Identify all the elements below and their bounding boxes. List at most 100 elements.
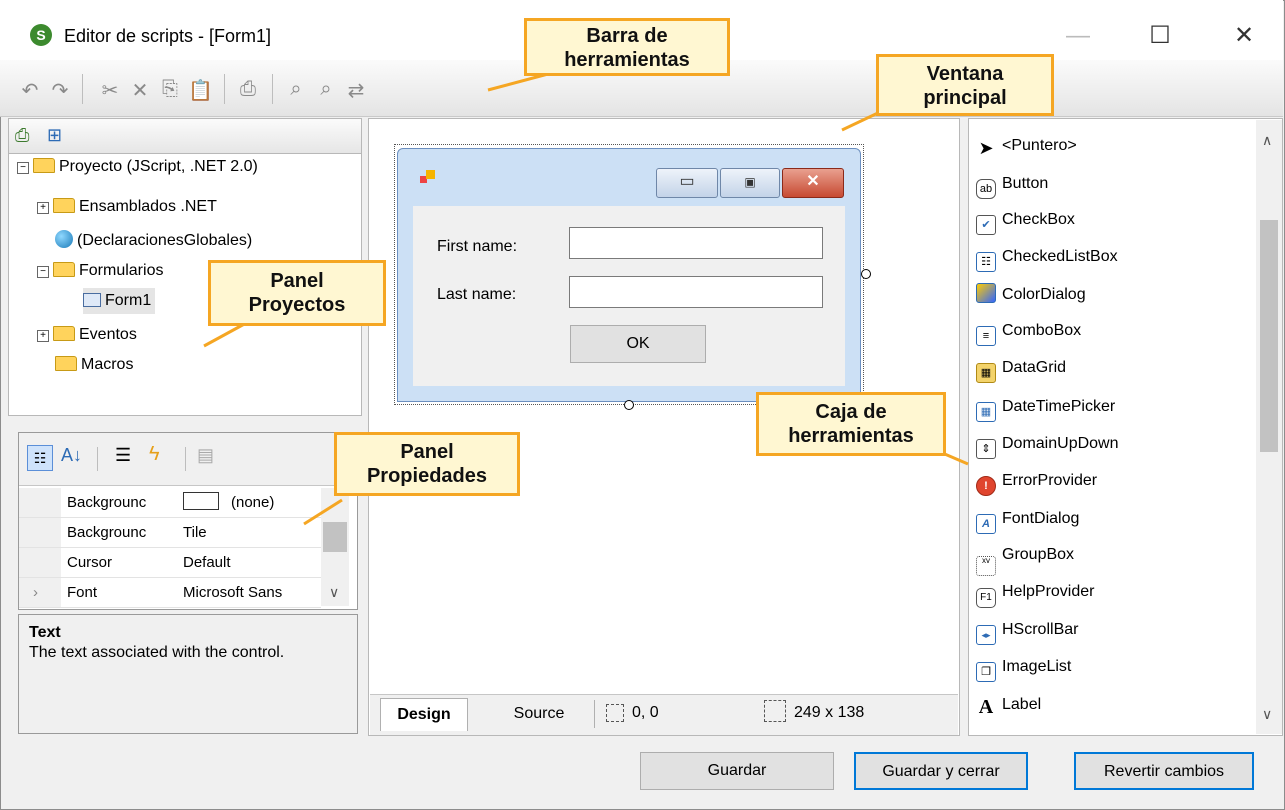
window-title: Editor de scripts - [Form1] — [64, 26, 272, 46]
copy-icon[interactable]: ⎘ — [158, 78, 182, 101]
form-close-button[interactable]: ✕ — [782, 168, 844, 198]
toolbox-item-datagrid[interactable]: ▦ DataGrid — [976, 351, 1066, 385]
print-icon[interactable]: ⎙ — [236, 78, 260, 101]
expand-icon[interactable]: + — [37, 202, 49, 214]
expand-icon[interactable]: + — [37, 330, 49, 342]
tree-item-project[interactable]: − Proyecto (JScript, .NET 2.0) — [17, 154, 258, 180]
app-icon: S — [30, 24, 52, 46]
cut-icon[interactable]: ✂ — [98, 78, 122, 103]
resize-handle-right[interactable] — [861, 269, 871, 279]
folder-icon — [53, 326, 75, 341]
toolbox-item-colordialog[interactable]: ColorDialog — [976, 278, 1086, 312]
maximize-button[interactable]: ☐ — [1138, 18, 1182, 54]
toolbox-item-label[interactable]: A Label — [976, 688, 1041, 722]
property-description: Text The text associated with the contro… — [18, 614, 358, 734]
form-maximize-button[interactable]: ▣ — [720, 168, 780, 198]
tab-design[interactable]: Design — [380, 698, 468, 731]
toolbox-item-label: FontDialog — [1002, 510, 1080, 527]
collapse-icon[interactable]: − — [17, 162, 29, 174]
last-name-textbox[interactable] — [569, 276, 823, 308]
combobox-icon: ≡ — [976, 326, 996, 346]
save-button[interactable]: Guardar — [640, 752, 834, 790]
property-row[interactable]: Cursor Default — [19, 548, 321, 578]
paste-icon[interactable]: 📋 — [188, 78, 213, 103]
property-value[interactable]: Default — [183, 548, 231, 577]
delete-icon[interactable]: ✕ — [128, 78, 152, 103]
save-and-close-button[interactable]: Guardar y cerrar — [854, 752, 1028, 790]
callout-text: principal — [923, 87, 1007, 109]
property-row[interactable]: Backgrounc Tile — [19, 518, 321, 548]
replace-icon[interactable]: ⇄ — [344, 78, 368, 103]
property-name: Backgrounc — [67, 524, 147, 541]
tree-item-form1[interactable]: Form1 — [83, 288, 156, 314]
property-pages-icon[interactable]: ▤ — [197, 445, 214, 466]
toolbox-item-hscrollbar[interactable]: ◂▸ HScrollBar — [976, 613, 1078, 647]
toolbox-item-label: ComboBox — [1002, 322, 1082, 339]
tree-item-label: Macros — [81, 356, 134, 373]
find-icon[interactable]: ⌕ — [284, 78, 308, 101]
form-icon — [83, 293, 101, 307]
tree-item-events[interactable]: + Eventos — [37, 322, 137, 348]
ok-button[interactable]: OK — [570, 325, 706, 363]
toolbox-item-button[interactable]: ab Button — [976, 167, 1048, 201]
tree-item-assemblies[interactable]: + Ensamblados .NET — [37, 194, 217, 220]
scroll-thumb[interactable] — [1260, 220, 1278, 452]
toolbox-item-datetimepicker[interactable]: ▦ DateTimePicker — [976, 390, 1115, 424]
toolbox-item-fontdialog[interactable]: A FontDialog — [976, 502, 1079, 536]
toolbox-item-checkedlistbox[interactable]: ☷ CheckedListBox — [976, 240, 1118, 274]
add-script-icon[interactable]: ⎙ — [15, 125, 29, 146]
scroll-down-icon[interactable]: ∨ — [1262, 706, 1272, 723]
tree-item-macros[interactable]: Macros — [55, 352, 133, 378]
property-grid-scrollbar[interactable]: ∨ — [321, 488, 349, 606]
toolbox-item-label: Label — [1002, 696, 1042, 713]
toolbox-item-groupbox[interactable]: xv GroupBox — [976, 538, 1074, 576]
collapse-icon[interactable]: − — [37, 266, 49, 278]
redo-icon[interactable]: ↷ — [48, 78, 72, 103]
form-icon — [420, 170, 436, 186]
toolbox-item-combobox[interactable]: ≡ ComboBox — [976, 314, 1081, 348]
toolbox-item-helpprovider[interactable]: F1 HelpProvider — [976, 575, 1094, 609]
toolbox-item-imagelist[interactable]: ❐ ImageList — [976, 650, 1071, 684]
callout-text: herramientas — [564, 49, 690, 71]
tab-source[interactable]: Source — [498, 698, 580, 730]
toolbox-item-errorprovider[interactable]: ! ErrorProvider — [976, 464, 1097, 498]
toolbox-item-domainupdown[interactable]: ⇕ DomainUpDown — [976, 427, 1119, 461]
close-button[interactable]: ✕ — [1222, 18, 1266, 54]
toolbox-item-label: <Puntero> — [1002, 137, 1077, 154]
resize-handle-bottom[interactable] — [624, 400, 634, 410]
first-name-textbox[interactable] — [569, 227, 823, 259]
revert-changes-button[interactable]: Revertir cambios — [1074, 752, 1254, 790]
categorized-icon[interactable]: ☷ — [27, 445, 53, 471]
toolbox-item-label: HelpProvider — [1002, 583, 1095, 600]
minimize-button[interactable]: — — [1056, 18, 1100, 54]
toolbox-item-checkbox[interactable]: ✔ CheckBox — [976, 203, 1075, 237]
position-icon — [606, 704, 624, 722]
scroll-up-icon[interactable]: ∧ — [1262, 132, 1272, 149]
tree-item-global-declarations[interactable]: (DeclaracionesGlobales) — [55, 228, 252, 254]
undo-icon[interactable]: ↶ — [18, 78, 42, 103]
property-value[interactable]: Tile — [183, 518, 207, 547]
property-row[interactable]: › Font Microsoft Sans — [19, 578, 321, 608]
property-value-text: (none) — [231, 494, 275, 511]
property-row[interactable]: Backgrounc (none) — [19, 488, 321, 518]
events-icon[interactable]: ϟ — [149, 443, 160, 466]
toolbox-scrollbar[interactable]: ∧ ∨ — [1256, 120, 1282, 734]
property-value[interactable]: Microsoft Sans — [183, 578, 282, 607]
callout-text: Ventana — [926, 63, 1004, 85]
property-name: Font — [67, 584, 98, 601]
form-minimize-button[interactable]: ▭ — [656, 168, 718, 198]
scroll-down-icon[interactable]: ∨ — [329, 584, 339, 601]
errorprovider-icon: ! — [976, 476, 996, 496]
toolbox-item-pointer[interactable]: ➤ <Puntero> — [976, 129, 1077, 163]
add-form-icon[interactable]: ⊞ — [47, 125, 62, 146]
alphabetical-icon[interactable]: A↓ — [61, 445, 82, 466]
tree-item-forms[interactable]: − Formularios — [37, 258, 163, 284]
properties-icon[interactable]: ☰ — [115, 445, 131, 466]
callout-text: herramientas — [788, 425, 914, 447]
expand-arrow-icon[interactable]: › — [33, 578, 38, 607]
scroll-thumb[interactable] — [323, 522, 347, 552]
callout-text: Caja de — [815, 401, 887, 423]
property-value[interactable]: (none) — [183, 488, 274, 517]
find-next-icon[interactable]: ⌕ — [314, 78, 338, 101]
description-title: Text — [29, 624, 61, 641]
